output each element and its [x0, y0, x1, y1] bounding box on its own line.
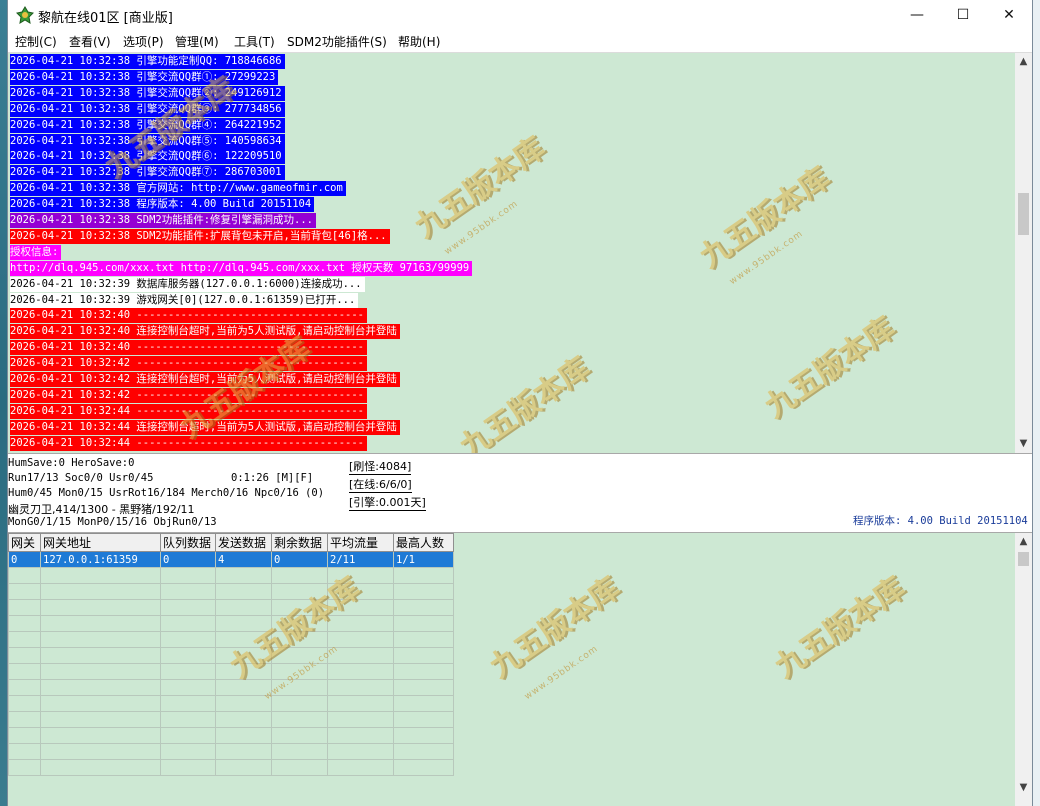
col-avg-traffic[interactable]: 平均流量	[327, 533, 394, 552]
table-row-empty	[8, 727, 454, 744]
monster-status: 幽灵刀卫,414/1300 - 黑野猪/192/11	[8, 503, 195, 516]
refresh-monster-box: [刷怪:4084]	[349, 460, 412, 475]
table-row-empty	[8, 567, 454, 584]
scroll-thumb[interactable]	[1018, 193, 1029, 235]
engine-box: [引擎:0.001天]	[349, 496, 426, 511]
cell-max-users[interactable]: 1/1	[393, 551, 454, 568]
log-line: http://dlq.945.com/xxx.txt http://dlq.94…	[10, 260, 473, 276]
log-line: 2026-04-21 10:32:38 官方网站: http://www.gam…	[10, 181, 346, 197]
mon-run-status: MonG0/1/15 MonP0/15/16 ObjRun0/13	[8, 516, 217, 528]
cell-sent[interactable]: 4	[215, 551, 272, 568]
log-line: 2026-04-21 10:32:38 引擎功能定制QQ: 718846686	[10, 54, 285, 69]
log-pane[interactable]: 2026-04-21 10:32:38 引擎功能定制QQ: 718846686 2…	[8, 53, 1032, 454]
watermark: 九五版本库	[768, 570, 912, 686]
log-line: 2026-04-21 10:32:39 游戏网关[0](127.0.0.1:61…	[10, 292, 359, 308]
log-scrollbar[interactable]: ▲ ▼	[1015, 53, 1032, 453]
program-version: 程序版本: 4.00 Build 20151104	[853, 515, 1028, 527]
status-panel: HumSave:0 HeroSave:0 Run17/13 Soc0/0 Usr…	[8, 454, 1032, 533]
menu-options[interactable]: 选项(P)	[123, 33, 164, 50]
watermark: 九五版本库	[483, 570, 627, 686]
table-row-empty	[8, 583, 454, 600]
menu-control[interactable]: 控制(C)	[15, 33, 57, 50]
col-remaining-data[interactable]: 剩余数据	[271, 533, 328, 552]
title-bar[interactable]: 黎航在线01区 [商业版] — ☐ ✕	[8, 0, 1032, 30]
table-row-empty	[8, 615, 454, 632]
close-button[interactable]: ✕	[986, 0, 1032, 30]
hum-status: Hum0/45 Mon0/15 UsrRot16/184 Merch0/16 N…	[8, 487, 325, 499]
menu-view[interactable]: 查看(V)	[69, 33, 111, 50]
menu-sdm2-plugin[interactable]: SDM2功能插件(S)	[287, 33, 387, 50]
menu-manage[interactable]: 管理(M)	[175, 33, 219, 50]
cell-avg-traffic[interactable]: 2/11	[327, 551, 394, 568]
scroll-down-icon[interactable]: ▼	[1015, 779, 1032, 796]
log-line: 2026-04-21 10:32:38 引擎交流QQ群②: 249126912	[10, 85, 285, 101]
log-line: 2026-04-21 10:32:40 --------------------…	[10, 340, 368, 356]
table-row-empty	[8, 695, 454, 712]
log-line: 2026-04-21 10:32:40 连接控制台超时,当前为5人测试版,请启动…	[10, 324, 400, 340]
log-line: 2026-04-21 10:32:38 SDM2功能插件:修复引擎漏洞成功...	[10, 213, 317, 228]
online-box: [在线:6/6/0]	[349, 478, 412, 493]
menu-bar: 控制(C) 查看(V) 选项(P) 管理(M) 工具(T) SDM2功能插件(S…	[8, 30, 1032, 53]
table-row-empty	[8, 679, 454, 696]
log-line: 2026-04-21 10:32:39 数据库服务器(127.0.0.1:600…	[10, 276, 365, 292]
log-line: 2026-04-21 10:32:40 --------------------…	[10, 308, 368, 324]
col-max-users[interactable]: 最高人数	[393, 533, 454, 552]
run-time: 0:1:26 [M][F]	[231, 472, 314, 484]
col-gateway[interactable]: 网关	[8, 533, 41, 552]
cell-remaining[interactable]: 0	[271, 551, 328, 568]
col-sent-data[interactable]: 发送数据	[215, 533, 272, 552]
table-header-row: 网关 网关地址 队列数据 发送数据 剩余数据 平均流量 最高人数	[8, 533, 454, 552]
log-line: 2026-04-21 10:32:38 引擎交流QQ群①: 27299223	[10, 69, 279, 85]
col-queue-data[interactable]: 队列数据	[160, 533, 216, 552]
table-row-empty	[8, 759, 454, 776]
log-line: 2026-04-21 10:32:38 引擎交流QQ群⑦: 286703001	[10, 165, 285, 181]
table-row-empty	[8, 599, 454, 616]
maximize-button[interactable]: ☐	[940, 0, 986, 30]
log-line: 2026-04-21 10:32:38 程序版本: 4.00 Build 201…	[10, 197, 315, 213]
app-window: 黎航在线01区 [商业版] — ☐ ✕ 控制(C) 查看(V) 选项(P) 管理…	[8, 0, 1032, 806]
scroll-thumb[interactable]	[1018, 552, 1029, 566]
table-row-empty	[8, 711, 454, 728]
save-status: HumSave:0 HeroSave:0	[8, 457, 135, 469]
gateway-grid-pane[interactable]: 网关 网关地址 队列数据 发送数据 剩余数据 平均流量 最高人数 0 127.0…	[8, 533, 1032, 806]
scroll-down-icon[interactable]: ▼	[1015, 435, 1032, 452]
window-title: 黎航在线01区 [商业版]	[38, 11, 173, 26]
menu-tools[interactable]: 工具(T)	[234, 33, 275, 50]
scroll-up-icon[interactable]: ▲	[1015, 53, 1032, 70]
table-row-empty	[8, 743, 454, 760]
col-gateway-address[interactable]: 网关地址	[40, 533, 161, 552]
log-line: 授权信息:	[10, 244, 62, 260]
table-row[interactable]: 0 127.0.0.1:61359 0 4 0 2/11 1/1	[8, 551, 454, 568]
app-icon	[16, 6, 34, 24]
cell-address[interactable]: 127.0.0.1:61359	[40, 551, 161, 568]
cell-queue[interactable]: 0	[160, 551, 216, 568]
grid-scrollbar[interactable]: ▲ ▼	[1015, 533, 1032, 806]
run-status: Run17/13 Soc0/0 Usr0/45	[8, 472, 154, 484]
cell-gateway[interactable]: 0	[8, 551, 41, 568]
menu-help[interactable]: 帮助(H)	[398, 33, 440, 50]
background-window-edge	[1032, 0, 1040, 806]
minimize-button[interactable]: —	[894, 0, 940, 30]
watermark: 九五版本库	[758, 310, 902, 426]
scroll-up-icon[interactable]: ▲	[1015, 533, 1032, 550]
log-line: 2026-04-21 10:32:38 SDM2功能插件:扩展背包未开启,当前背…	[10, 228, 390, 244]
watermark: 九五版本库	[453, 350, 597, 454]
